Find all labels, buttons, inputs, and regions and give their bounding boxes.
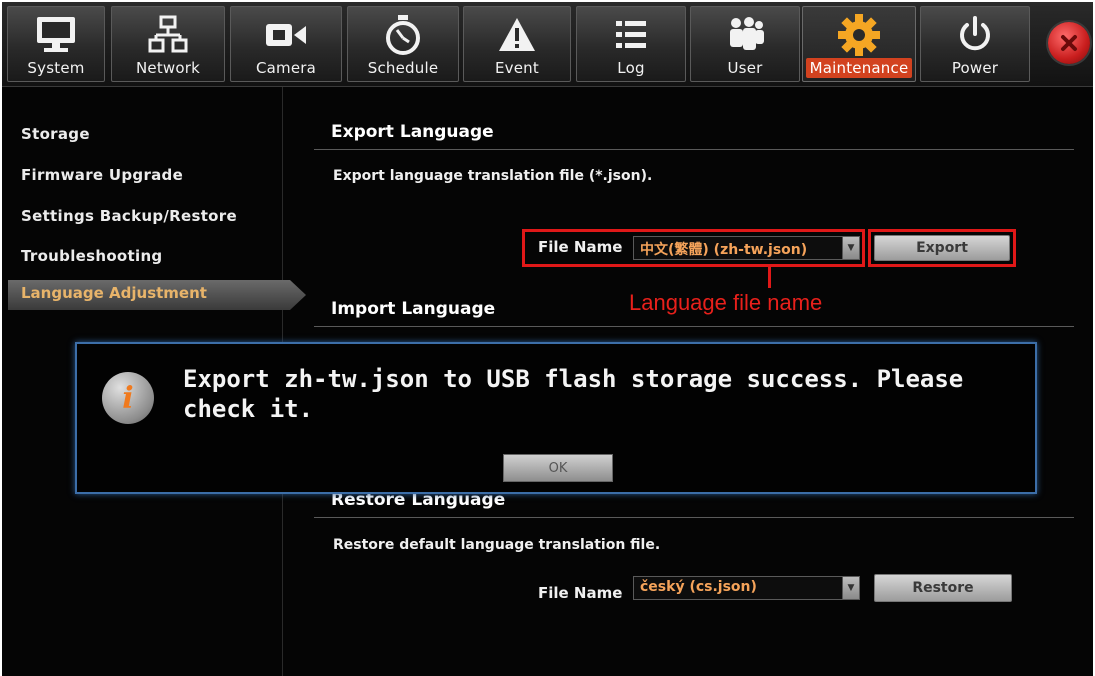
- export-file-select[interactable]: 中文(繁體) (zh-tw.json) ▼: [633, 236, 860, 260]
- annotation-pointer: [768, 264, 771, 288]
- tab-label: Maintenance: [803, 58, 915, 78]
- message-dialog: i Export zh-tw.json to USB flash storage…: [75, 342, 1037, 494]
- sidebar-item-label: Language Adjustment: [21, 284, 207, 302]
- tab-label: Camera: [255, 59, 317, 77]
- ok-button[interactable]: OK: [503, 454, 613, 482]
- sidebar-item-firmware-upgrade[interactable]: Firmware Upgrade: [21, 166, 183, 184]
- top-toolbar: System Network Camera Schedule Event Log…: [2, 2, 1093, 87]
- power-icon: [921, 15, 1029, 55]
- chevron-down-icon: ▼: [842, 237, 859, 259]
- info-icon: i: [102, 372, 154, 424]
- users-icon: [691, 15, 799, 55]
- list-icon: [577, 15, 685, 55]
- tab-label: Network: [135, 59, 201, 77]
- export-file-name-label: File Name: [538, 238, 623, 256]
- sidebar-item-troubleshooting[interactable]: Troubleshooting: [21, 247, 162, 265]
- tab-maintenance[interactable]: Maintenance: [802, 6, 916, 82]
- tab-log[interactable]: Log: [576, 6, 686, 82]
- restore-file-select[interactable]: český (cs.json) ▼: [633, 576, 860, 600]
- sidebar-item-settings-backup-restore[interactable]: Settings Backup/Restore: [21, 207, 237, 225]
- tab-label: Event: [495, 59, 539, 77]
- tab-label: System: [27, 59, 85, 77]
- tab-network[interactable]: Network: [111, 6, 225, 82]
- export-description: Export language translation file (*.json…: [333, 168, 653, 184]
- restore-file-value: český (cs.json): [640, 579, 757, 595]
- tab-schedule[interactable]: Schedule: [347, 6, 459, 82]
- restore-file-name-label: File Name: [538, 584, 623, 602]
- restore-button[interactable]: Restore: [874, 574, 1012, 602]
- network-icon: [112, 15, 224, 55]
- tab-label: Schedule: [367, 59, 439, 77]
- annotation-label: Language file name: [629, 290, 823, 315]
- sidebar-item-storage[interactable]: Storage: [21, 125, 90, 143]
- divider: [314, 326, 1074, 327]
- divider: [314, 517, 1074, 518]
- export-button[interactable]: Export: [874, 235, 1010, 261]
- tab-power[interactable]: Power: [920, 6, 1030, 82]
- camera-icon: [231, 15, 341, 55]
- import-language-title: Import Language: [331, 299, 496, 319]
- stopwatch-icon: [348, 15, 458, 55]
- tab-camera[interactable]: Camera: [230, 6, 342, 82]
- tab-label: Power: [951, 59, 999, 77]
- tab-label-text: Maintenance: [805, 58, 913, 78]
- dialog-message: Export zh-tw.json to USB flash storage s…: [183, 365, 964, 423]
- gear-icon: [803, 14, 915, 56]
- monitor-icon: [8, 15, 104, 55]
- tab-system[interactable]: System: [7, 6, 105, 82]
- export-language-title: Export Language: [331, 122, 494, 142]
- close-icon: [1061, 35, 1077, 51]
- chevron-down-icon: ▼: [842, 577, 859, 599]
- tab-label: User: [727, 59, 763, 77]
- tab-user[interactable]: User: [690, 6, 800, 82]
- sidebar-item-language-adjustment[interactable]: Language Adjustment: [8, 280, 306, 310]
- close-button[interactable]: [1048, 22, 1090, 64]
- tab-label: Log: [617, 59, 645, 77]
- restore-description: Restore default language translation fil…: [333, 537, 661, 553]
- divider: [314, 149, 1074, 150]
- tab-event[interactable]: Event: [463, 6, 571, 82]
- export-file-value: 中文(繁體) (zh-tw.json): [640, 242, 808, 258]
- warning-icon: [464, 15, 570, 55]
- app-window: System Network Camera Schedule Event Log…: [2, 2, 1093, 676]
